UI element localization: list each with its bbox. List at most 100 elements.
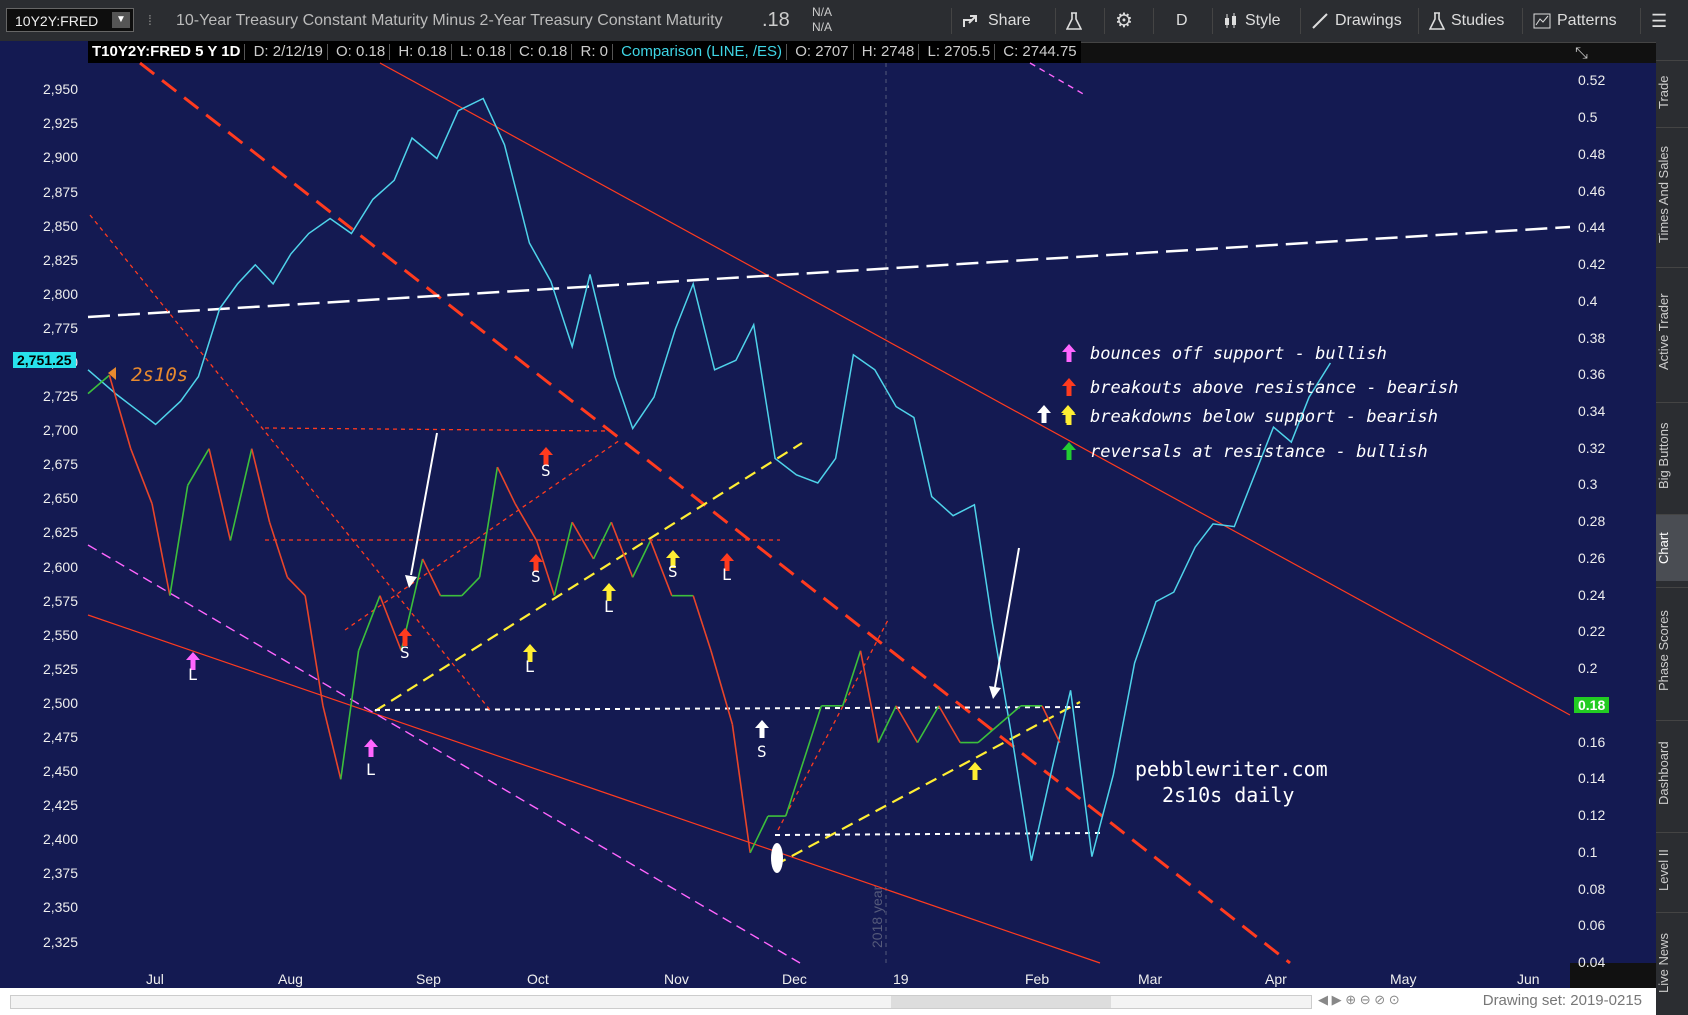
horizontal-scrollbar[interactable] (10, 995, 1312, 1009)
major-resistance-dashed (139, 61, 1291, 965)
flask-button[interactable] (1055, 8, 1104, 34)
pink-dashed-fragment (1029, 62, 1086, 96)
spread-segment (649, 540, 673, 596)
side-tab-phase-scores[interactable]: Phase Scores (1656, 587, 1688, 714)
study-title: 10-Year Treasury Constant Maturity Minus… (176, 12, 723, 29)
left-axis-tick: 2,850 (42, 217, 78, 234)
symbol-text: 10Y2Y:FRED (15, 13, 99, 29)
series-label-2s10s: 2s10s (131, 364, 188, 386)
right-axis-tick: 0.38 (1578, 329, 1606, 346)
pointer-arrow-2 (994, 547, 1020, 688)
spread-segment (304, 595, 324, 706)
white-trendline (87, 225, 1571, 319)
settings-button[interactable]: ⚙ (1104, 8, 1153, 34)
period-button[interactable]: D (1153, 8, 1214, 34)
spread-segment (916, 705, 940, 743)
time-axis-tick: Dec (782, 971, 807, 987)
side-tab-chart[interactable]: Chart (1656, 514, 1688, 581)
signal-label: L (604, 597, 614, 616)
right-axis-tick: 0.32 (1578, 439, 1606, 456)
time-axis-tick: 19 (893, 971, 909, 987)
drawings-button[interactable]: Drawings (1300, 8, 1402, 34)
right-axis-tick: 0.14 (1578, 770, 1606, 787)
left-axis-tick: 2,775 (42, 319, 78, 336)
signal-label: S (668, 562, 678, 581)
chevron-down-icon[interactable]: ▼ (112, 12, 130, 28)
share-button[interactable]: Share (951, 8, 1031, 34)
menu-button[interactable]: ☰ (1640, 8, 1688, 34)
side-tab-live-news[interactable]: Live News (1656, 912, 1688, 1013)
spread-segment (1041, 705, 1061, 743)
flask-icon (1065, 11, 1083, 30)
info-cmp-low: L: 2705.5 (927, 43, 991, 60)
support-line-lower (87, 614, 1101, 964)
side-tab-dashboard[interactable]: Dashboard (1656, 720, 1688, 826)
studies-button[interactable]: Studies (1418, 8, 1504, 34)
signal-label: L (525, 657, 535, 676)
time-axis-tick: Feb (1025, 971, 1050, 987)
spread-segment (108, 375, 132, 449)
drawing-set-label[interactable]: Drawing set: 2019-0215 (1483, 992, 1642, 1009)
side-tab-active-trader[interactable]: Active Trader (1656, 267, 1688, 396)
spread-segment (421, 558, 442, 597)
legend-entry: reversals at resistance - bullish (1090, 442, 1428, 462)
signal-label: L (366, 760, 376, 779)
spread-segment (731, 724, 751, 853)
gear-icon: ⚙ (1115, 10, 1133, 32)
red-dotted-level-1 (264, 427, 611, 432)
chart-info-bar: T10Y2Y:FRED 5 Y 1D D: 2/12/19 O: 0.18 H:… (88, 41, 1081, 63)
last-value: .18 (762, 9, 790, 31)
symbol-selector[interactable]: 10Y2Y:FRED ▼ (6, 8, 134, 32)
watermark-site: pebblewriter.com (1135, 757, 1328, 781)
left-axis-tick: 2,325 (42, 933, 78, 950)
signal-arrow-stem (402, 636, 408, 646)
legend-arrow-head (1062, 344, 1076, 352)
right-axis-tick: 0.24 (1578, 586, 1606, 603)
patterns-button[interactable]: Patterns (1522, 8, 1617, 34)
legend-arrow-stem (1066, 415, 1072, 425)
signal-arrow-head (666, 550, 680, 558)
info-high: H: 0.18 (398, 43, 447, 60)
red-dotted-diagonal-3 (777, 619, 889, 831)
side-tab-times-and-sales[interactable]: Times And Sales (1656, 127, 1688, 261)
left-axis-tick: 2,825 (42, 251, 78, 268)
left-axis-tick: 2,525 (42, 660, 78, 677)
signal-arrow-stem (670, 558, 676, 568)
style-button[interactable]: Style (1212, 8, 1281, 34)
signal-arrow-stem (533, 562, 539, 572)
side-tab-level-ii[interactable]: Level II (1656, 832, 1688, 907)
left-axis-tick: 2,400 (42, 831, 78, 848)
flask-icon (1428, 11, 1446, 30)
price-chart[interactable]: 2018 year 2s10s L L S S L S S L L Sbounces off supp… (0, 0, 1688, 1015)
spread-segment (692, 595, 712, 652)
spread-segment (208, 448, 232, 541)
right-axis-tick: 0.12 (1578, 807, 1606, 824)
side-tab-big-buttons[interactable]: Big Buttons (1656, 402, 1688, 508)
info-cmp-open: O: 2707 (795, 43, 849, 60)
signal-arrow-head (1037, 405, 1051, 413)
signal-label: S (531, 567, 541, 586)
link-icon[interactable]: ⁞ (148, 12, 152, 28)
info-cmp-close: C: 2744.75 (1003, 43, 1077, 60)
na-values: N/A N/A (812, 5, 832, 35)
spread-segment (169, 485, 189, 596)
red-dotted-diagonal-1 (89, 214, 491, 711)
spread-segment (571, 521, 595, 560)
style-label: Style (1245, 12, 1281, 29)
spread-segment (286, 576, 306, 597)
side-tab-trade[interactable]: Trade (1656, 60, 1688, 123)
left-axis-tick: 2,550 (42, 626, 78, 643)
spread-segment (186, 448, 210, 486)
time-axis-tick: May (1390, 971, 1417, 987)
info-comparison[interactable]: Comparison (LINE, /ES) (621, 43, 782, 60)
left-axis-tick: 2,950 (42, 81, 78, 98)
zoom-controls[interactable]: ◀ ▶ ⊕ ⊖ ⊘ ⊙ (1318, 992, 1400, 1008)
scrollbar-thumb[interactable] (891, 996, 1111, 1008)
signal-label: L (722, 565, 732, 584)
left-axis-tick: 2,375 (42, 865, 78, 882)
signal-arrow-stem (1041, 413, 1047, 423)
left-axis-tick: 2,600 (42, 558, 78, 575)
period-label: D (1176, 12, 1188, 29)
time-axis-tick: Jun (1517, 971, 1540, 987)
right-axis-tick: 0.08 (1578, 880, 1606, 897)
